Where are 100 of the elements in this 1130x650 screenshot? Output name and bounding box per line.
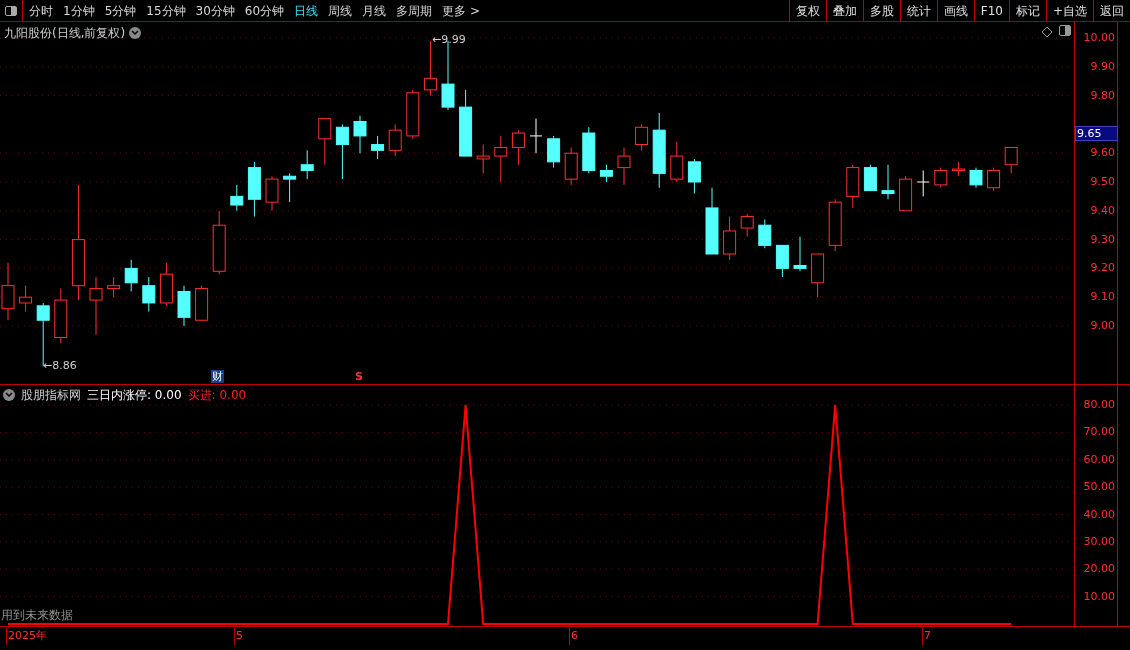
price-axis-label: 9.00 — [1090, 320, 1115, 332]
date-axis-label: 5 — [234, 628, 243, 645]
period-tab[interactable]: 多周期 — [396, 1, 433, 20]
price-axis-label: 9.90 — [1090, 60, 1115, 73]
candle — [951, 161, 965, 177]
period-tab[interactable]: 分时 — [29, 1, 53, 20]
candle — [511, 129, 525, 166]
candle — [617, 146, 631, 186]
price-axis-label: 10.00 — [1083, 32, 1115, 44]
indicator-axis-label: 70.00 — [1083, 426, 1115, 439]
candle — [195, 285, 209, 321]
toolbar-button[interactable]: F10 — [973, 0, 1009, 21]
candle — [599, 164, 613, 183]
toolbar-button[interactable]: 标记 — [1008, 0, 1046, 21]
toolbar-button[interactable]: 复权 — [788, 0, 826, 21]
indicator-axis-label: 40.00 — [1083, 508, 1115, 521]
period-tab[interactable]: 15分钟 — [146, 1, 186, 20]
candle — [19, 285, 33, 313]
candle — [758, 218, 772, 249]
candle — [107, 276, 121, 298]
panel-toggle-icon[interactable] — [1059, 25, 1071, 36]
candle — [564, 146, 578, 186]
candle — [723, 216, 737, 261]
period-tab[interactable]: 更多 > — [442, 1, 480, 20]
legend-value: 三日内涨停: 0.00 — [87, 387, 182, 404]
candle — [159, 262, 173, 307]
candle — [687, 158, 701, 194]
toolbar-button[interactable]: 多股 — [862, 0, 900, 21]
candle — [916, 170, 930, 197]
price-axis-label: 9.60 — [1090, 147, 1115, 160]
toolbar-button[interactable]: 统计 — [899, 0, 937, 21]
candle — [371, 135, 385, 160]
candle — [89, 276, 103, 336]
event-marker[interactable]: 财 — [211, 370, 224, 383]
price-axis-label: 9.20 — [1090, 262, 1115, 275]
candle — [793, 236, 807, 272]
indicator-axis-label: 60.00 — [1083, 453, 1115, 466]
candle — [353, 115, 367, 154]
candle — [934, 167, 948, 189]
candle — [476, 144, 490, 174]
indicator-axis-label: 80.00 — [1083, 399, 1115, 411]
period-tab[interactable]: 1分钟 — [63, 1, 95, 20]
price-axis-label: 9.50 — [1090, 176, 1115, 188]
event-marker[interactable]: S — [354, 370, 364, 383]
indicator-axis-label: 30.00 — [1083, 535, 1115, 548]
candle — [1004, 146, 1018, 174]
candle — [881, 164, 895, 200]
candle — [529, 118, 543, 154]
toolbar-button[interactable]: 返回 — [1093, 0, 1130, 21]
toolbar-button[interactable]: 画线 — [936, 0, 974, 21]
dropdown-icon[interactable] — [3, 389, 15, 401]
candle — [300, 149, 314, 180]
indicator-axis-label: 10.00 — [1083, 590, 1115, 603]
candle — [775, 244, 789, 278]
period-tab[interactable]: 周线 — [328, 1, 353, 20]
period-tab[interactable]: 日线 — [294, 1, 319, 20]
candle — [265, 175, 279, 212]
date-axis-label: 6 — [569, 628, 578, 645]
toolbar-button[interactable]: +自选 — [1045, 0, 1093, 21]
low-price-marker: ←8.86 — [43, 358, 77, 374]
date-axis-label: 7 — [922, 628, 931, 645]
candle — [283, 172, 297, 203]
period-tab[interactable]: 60分钟 — [244, 1, 285, 20]
indicator-axis-label: 50.00 — [1083, 481, 1115, 494]
candle — [124, 259, 138, 292]
period-tab[interactable]: 30分钟 — [195, 1, 235, 20]
price-axis-label: 9.80 — [1090, 89, 1115, 102]
candle — [177, 285, 191, 327]
high-price-marker: ←9.99 — [432, 32, 466, 48]
candle — [318, 118, 332, 166]
candle — [846, 164, 860, 209]
candle — [212, 210, 226, 275]
current-price-label: 9.65 — [1075, 126, 1118, 142]
candle — [635, 123, 649, 151]
period-tab[interactable]: 月线 — [362, 1, 387, 20]
diamond-icon[interactable] — [1041, 26, 1053, 38]
candle — [740, 213, 754, 238]
candle — [547, 135, 561, 169]
candle — [705, 187, 719, 255]
indicator-axis-label: 20.00 — [1083, 563, 1115, 576]
toolbar-button[interactable]: 叠加 — [825, 0, 863, 21]
candle — [54, 288, 68, 344]
candle — [987, 167, 1001, 192]
price-axis-label: 9.30 — [1090, 233, 1115, 246]
candle — [969, 167, 983, 189]
candle — [828, 198, 842, 252]
price-axis-label: 9.10 — [1090, 291, 1115, 304]
candle — [494, 135, 508, 183]
candle — [459, 89, 473, 157]
date-axis-label: 2025年 — [6, 628, 47, 645]
period-tab[interactable]: 5分钟 — [104, 1, 137, 20]
future-data-note: 用到未来数据 — [1, 607, 73, 624]
candle — [582, 126, 596, 174]
candle — [142, 276, 156, 313]
dropdown-icon[interactable] — [129, 27, 142, 39]
candle — [335, 123, 349, 180]
candle — [406, 89, 420, 140]
candle — [899, 175, 913, 212]
candle — [670, 141, 684, 183]
legend-value: 买进: 0.00 — [187, 387, 247, 404]
